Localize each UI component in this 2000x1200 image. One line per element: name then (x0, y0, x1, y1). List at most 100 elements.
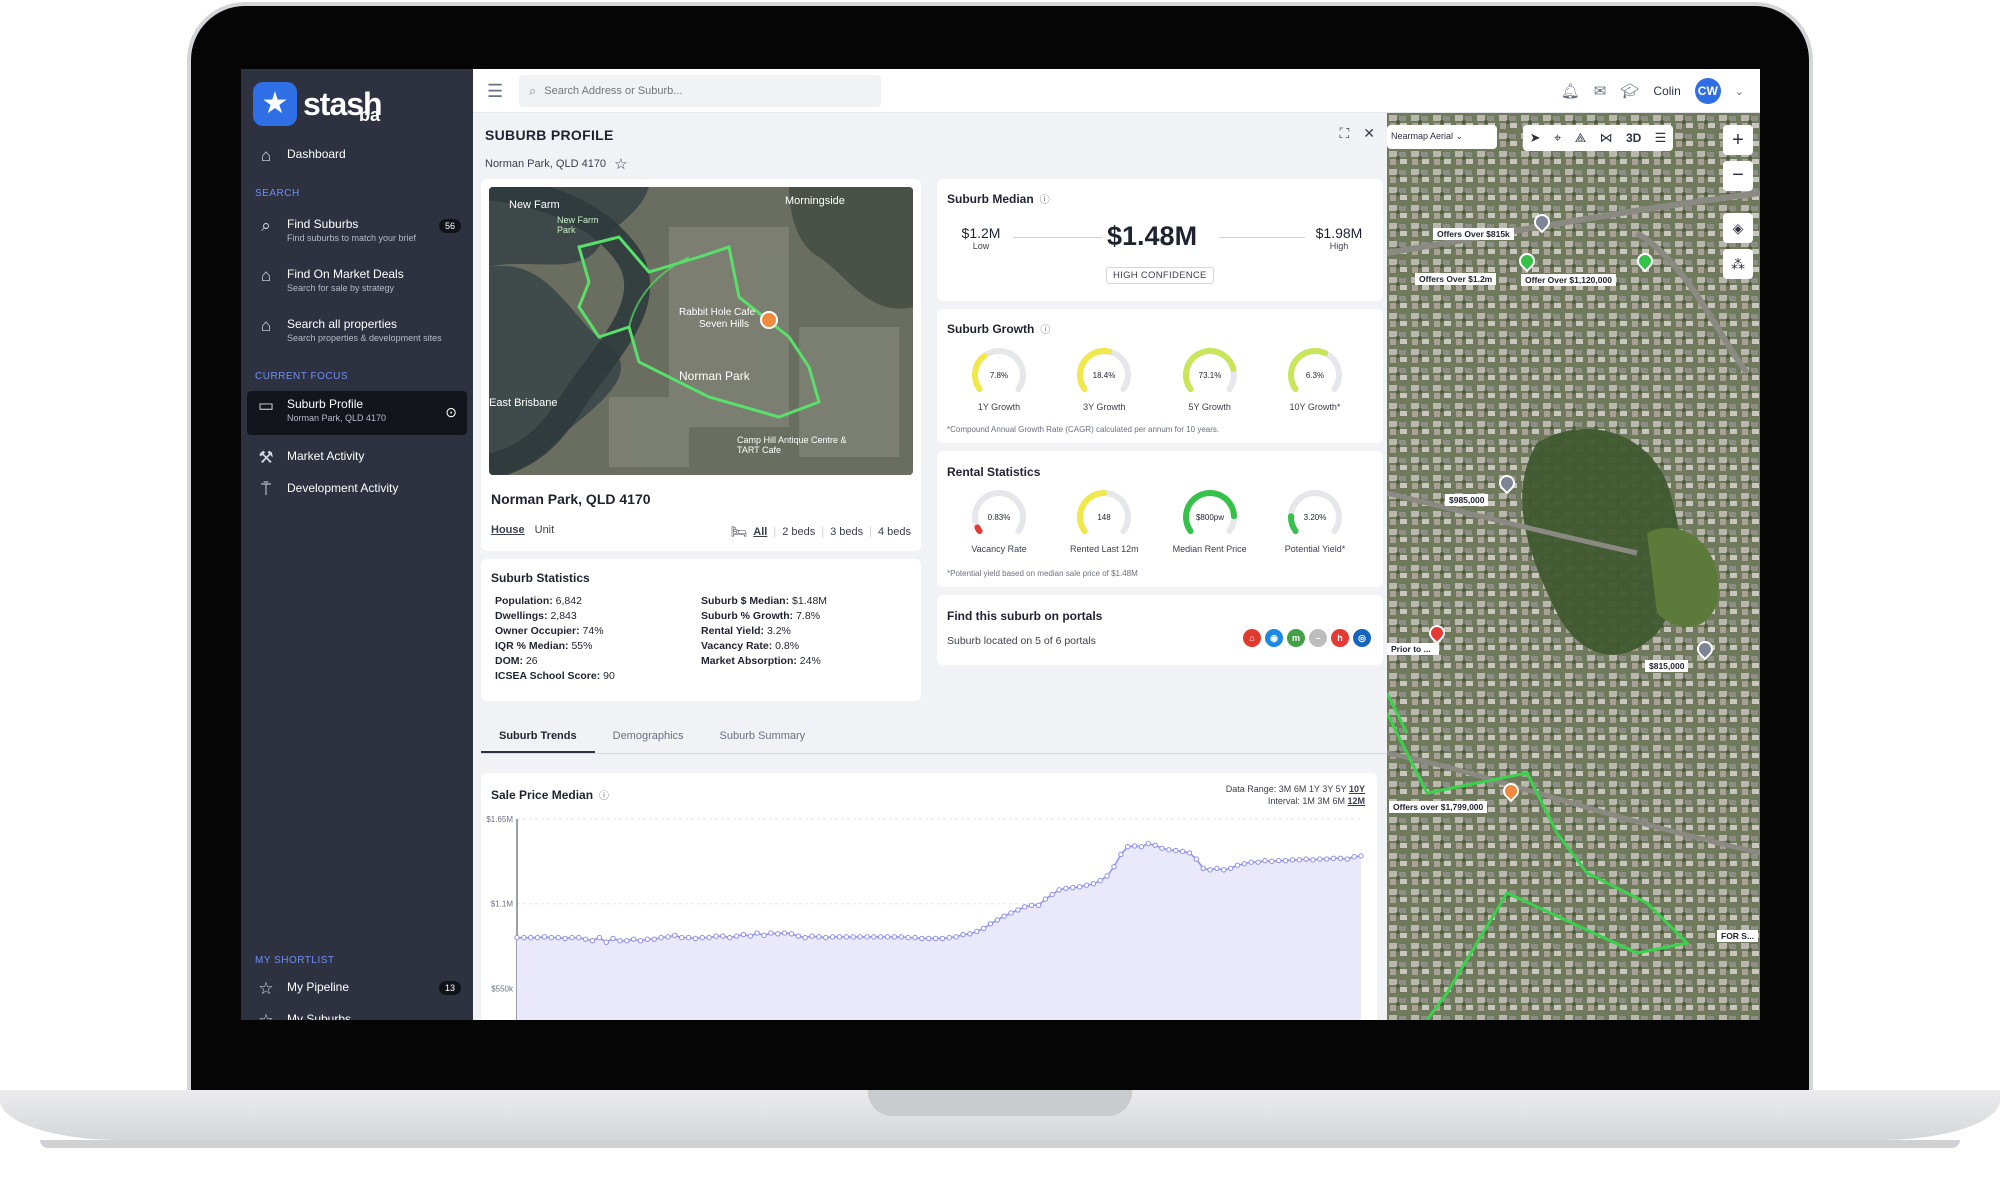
help-icon[interactable]: ⓘ (1040, 321, 1050, 336)
sidebar-item-my-suburbs[interactable]: ☆ My Suburbs (247, 1006, 467, 1021)
data-point (919, 935, 925, 942)
listing-label[interactable]: FOR S... (1717, 930, 1759, 942)
expand-icon[interactable]: ⛶ (1339, 125, 1349, 142)
gauge-dial: $800pw (1182, 490, 1237, 535)
map-layer-select[interactable]: Nearmap Aerial ⌄ (1387, 125, 1497, 149)
domain-portal-icon[interactable]: ◉ (1265, 629, 1283, 647)
homely-portal-icon[interactable]: m (1287, 629, 1305, 647)
range-5y[interactable]: 5Y (1336, 784, 1347, 794)
gauge-dial: 7.8% (972, 348, 1026, 393)
house-icon: ⌂ (260, 316, 272, 335)
beds-3[interactable]: 3 beds (830, 526, 863, 538)
zoom-out-button[interactable]: − (1723, 161, 1753, 191)
data-point (1358, 853, 1364, 859)
sidebar-item-suburb-profile[interactable]: ▭ Suburb Profile Norman Park, QLD 4170 ⊙ (247, 391, 467, 435)
realestate-portal-icon[interactable]: ⌂ (1243, 629, 1261, 647)
chart-range-controls: Data Range: 3M 6M 1Y 3Y 5Y 10Y Interval:… (1226, 783, 1365, 807)
range-3m[interactable]: 3M (1279, 784, 1292, 794)
bell-icon[interactable]: 🔔︎ (1561, 82, 1580, 100)
close-icon[interactable]: ✕ (1363, 125, 1375, 142)
sidebar-item-label: Suburb Profile (287, 397, 364, 411)
sidebar-item-all-properties[interactable]: ⌂ Search all properties Search propertie… (247, 311, 467, 350)
listing-label[interactable]: Prior to ... (1387, 643, 1439, 655)
sidebar-item-find-suburbs[interactable]: ⌕ Find Suburbs Find suburbs to match you… (247, 211, 467, 250)
help-icon[interactable]: ⓘ (599, 787, 609, 802)
aerial-map[interactable]: Nearmap Aerial ⌄ ➤ ⌖ ⟁ ⋈ 3D ☰ + − ◈ ⁂ Of… (1387, 113, 1760, 1020)
data-point (1262, 857, 1268, 864)
map-label: East Brisbane (489, 397, 558, 409)
star-outline-icon[interactable]: ☆ (614, 155, 627, 173)
zoom-in-button[interactable]: + (1723, 125, 1753, 155)
sidebar-item-development-activity[interactable]: ⍑ Development Activity (247, 475, 467, 505)
beds-all[interactable]: All (753, 526, 767, 538)
graduation-cap-icon[interactable]: 🎓︎ (1620, 82, 1639, 100)
count-badge: 56 (438, 219, 461, 233)
listing-label[interactable]: Offers Over $815k (1433, 228, 1514, 240)
data-point (946, 934, 952, 941)
listing-label[interactable]: $815,000 (1645, 660, 1689, 672)
sidebar-item-market-activity[interactable]: ⚒ Market Activity (247, 443, 467, 473)
target-icon[interactable]: ⊙ (445, 404, 457, 421)
data-point (555, 934, 561, 941)
hamburger-menu-icon[interactable]: ☰ (487, 81, 503, 102)
interval-6m[interactable]: 6M (1332, 796, 1345, 806)
interval-3m[interactable]: 3M (1317, 796, 1330, 806)
data-point (1275, 857, 1282, 864)
listing-label[interactable]: $985,000 (1445, 494, 1489, 506)
allhomes-portal-icon[interactable]: ◎ (1353, 629, 1371, 647)
beds-2[interactable]: 2 beds (782, 526, 815, 538)
tab-demographics[interactable]: Demographics (595, 722, 702, 753)
suburb-boundary-map[interactable]: New Farm New Farm Park Morningside Rabbi… (489, 187, 913, 475)
sidebar-item-dashboard[interactable]: ⌂ Dashboard (247, 141, 467, 171)
search-bar[interactable]: ⌕ (519, 75, 881, 107)
user-name[interactable]: Colin (1653, 84, 1680, 98)
gauge: 148 Rented Last 12m (1062, 487, 1146, 554)
range-6m[interactable]: 6M (1294, 784, 1307, 794)
help-icon[interactable]: ⓘ (1040, 191, 1050, 206)
type-house[interactable]: House (491, 524, 525, 536)
stat-vacancy-rate: Vacancy Rate: 0.8% (701, 640, 800, 652)
gauge-value: $800pw (1196, 513, 1224, 522)
data-point (699, 934, 705, 941)
interval-1m[interactable]: 1M (1302, 796, 1315, 806)
search-input[interactable] (544, 85, 865, 97)
homes-portal-icon[interactable]: h (1331, 629, 1349, 647)
listing-label[interactable]: Offers over $1,799,000 (1389, 801, 1488, 813)
chevron-down-icon[interactable]: ⌄ (1735, 85, 1744, 98)
avatar[interactable]: CW (1694, 78, 1721, 104)
3d-toggle[interactable]: 3D (1626, 131, 1641, 145)
range-10y[interactable]: 10Y (1349, 784, 1365, 794)
data-point (521, 934, 527, 941)
gauge-label: 3Y Growth (1083, 402, 1126, 412)
share-nodes-icon[interactable]: ⋈ (1600, 130, 1613, 146)
listing-label[interactable]: Offers Over $1.2m (1415, 273, 1497, 285)
location-pin-icon[interactable]: ⌖ (1554, 130, 1561, 146)
sidebar-item-label: Find On Market Deals (287, 267, 404, 281)
tab-suburb-trends[interactable]: Suburb Trends (481, 722, 595, 753)
stat-dwellings: Dwellings: 2,843 (495, 610, 577, 622)
beds-4[interactable]: 4 beds (878, 526, 911, 538)
sidebar-item-my-pipeline[interactable]: ☆ My Pipeline 13 (247, 974, 467, 1004)
tab-suburb-summary[interactable]: Suburb Summary (702, 722, 824, 753)
sidebar-item-market-deals[interactable]: ⌂ Find On Market Deals Search for sale b… (247, 261, 467, 300)
data-point (727, 934, 733, 941)
mail-icon[interactable]: ✉ (1594, 82, 1607, 100)
type-unit[interactable]: Unit (535, 524, 555, 536)
property-type-toggle: House Unit (491, 524, 554, 536)
interval-12m[interactable]: 12M (1347, 796, 1365, 806)
list-icon[interactable]: ☰ (1655, 130, 1667, 146)
cursor-icon[interactable]: ➤ (1530, 130, 1541, 146)
cluster-icon[interactable]: ⁂ (1723, 249, 1753, 279)
polygon-icon[interactable]: ⟁ (1575, 130, 1587, 146)
data-point (980, 925, 987, 932)
range-1y[interactable]: 1Y (1309, 784, 1320, 794)
layers-icon[interactable]: ◈ (1723, 213, 1753, 243)
range-3y[interactable]: 3Y (1322, 784, 1333, 794)
data-point (1337, 855, 1344, 861)
unlisted-portal-icon[interactable]: – (1309, 629, 1327, 647)
gauge-value: 7.8% (990, 371, 1008, 380)
data-point (740, 931, 747, 938)
data-point (747, 933, 754, 939)
listing-label[interactable]: Offer Over $1,120,000 (1521, 274, 1616, 286)
search-icon: ⌕ (261, 216, 271, 235)
